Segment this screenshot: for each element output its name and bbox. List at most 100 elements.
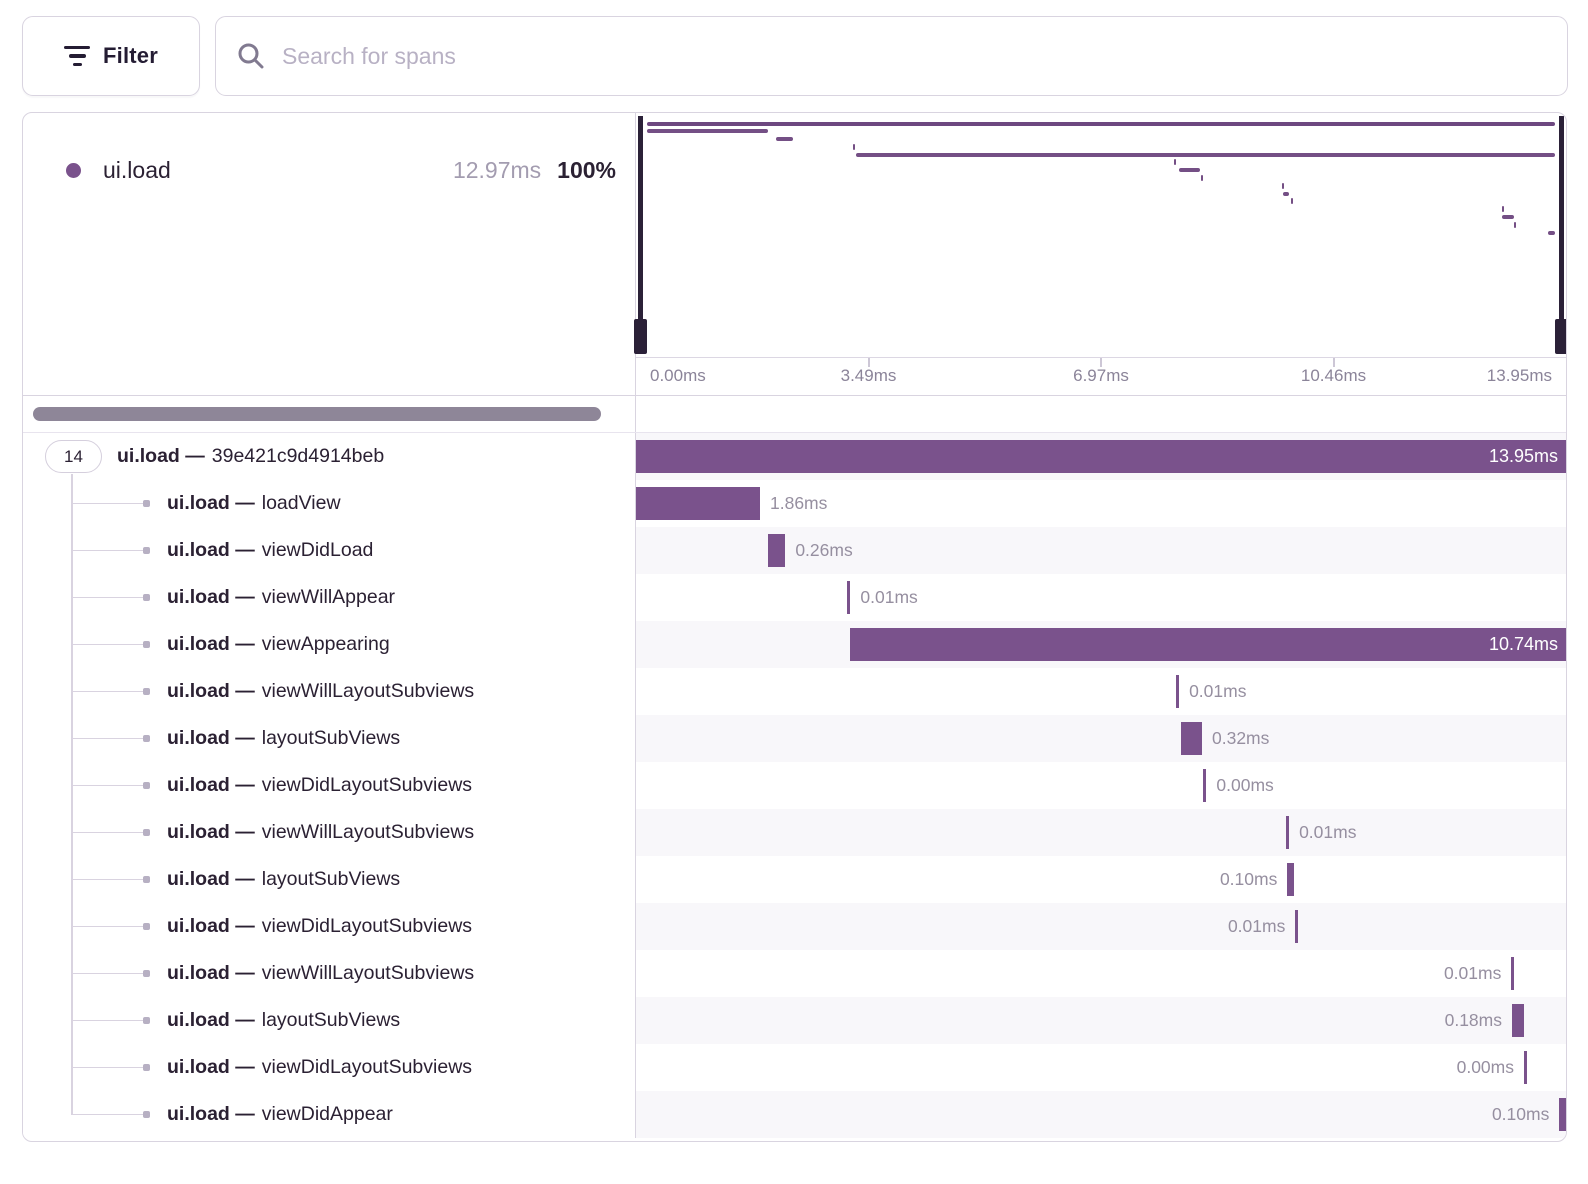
span-bar-cell[interactable]: 0.26ms bbox=[636, 527, 1566, 574]
minimap-span-row bbox=[647, 190, 1555, 198]
span-row[interactable]: ui.load —viewAppearing 10.74ms bbox=[23, 621, 1566, 668]
span-description: viewWillLayoutSubviews bbox=[262, 821, 474, 844]
span-tree-cell[interactable]: ui.load —viewDidLoad bbox=[23, 527, 636, 574]
minimap-span-bar bbox=[1282, 183, 1284, 189]
span-row[interactable]: ui.load —viewDidLayoutSubviews 0.00ms bbox=[23, 762, 1566, 809]
span-row[interactable]: ui.load —layoutSubViews 0.18ms bbox=[23, 997, 1566, 1044]
span-tree-label: ui.load —layoutSubViews bbox=[167, 715, 400, 762]
span-bar[interactable] bbox=[1181, 722, 1202, 755]
span-row[interactable]: ui.load —viewDidLayoutSubviews0.00ms bbox=[23, 1044, 1566, 1091]
span-description: loadView bbox=[262, 492, 341, 515]
span-description: viewAppearing bbox=[262, 633, 390, 656]
span-tree-label: ui.load —viewDidLayoutSubviews bbox=[167, 762, 472, 809]
span-tree-cell[interactable]: ui.load —viewDidLayoutSubviews bbox=[23, 762, 636, 809]
span-row[interactable]: ui.load —viewDidLoad 0.26ms bbox=[23, 527, 1566, 574]
axis-tick-label: 10.46ms bbox=[1301, 366, 1366, 386]
span-tree-cell[interactable]: ui.load —layoutSubViews bbox=[23, 856, 636, 903]
span-duration-label: 0.00ms bbox=[1216, 762, 1273, 809]
tree-connector-dot bbox=[143, 1064, 150, 1071]
minimap-span-bar bbox=[1283, 192, 1290, 196]
span-tree-cell[interactable]: ui.load —viewDidLayoutSubviews bbox=[23, 903, 636, 950]
span-bar[interactable] bbox=[1286, 816, 1289, 849]
span-tree-cell[interactable]: ui.load —loadView bbox=[23, 480, 636, 527]
span-bar[interactable] bbox=[847, 581, 850, 614]
span-bar-cell[interactable]: 0.01ms bbox=[636, 574, 1566, 621]
span-bar-cell[interactable]: 0.18ms bbox=[636, 997, 1566, 1044]
span-tree-cell[interactable]: ui.load —layoutSubViews bbox=[23, 715, 636, 762]
span-bar-cell[interactable]: 13.95ms bbox=[636, 433, 1566, 480]
span-row[interactable]: ui.load —viewWillAppear0.01ms bbox=[23, 574, 1566, 621]
span-row[interactable]: ui.load —viewDidLayoutSubviews 0.01ms bbox=[23, 903, 1566, 950]
span-row[interactable]: 14ui.load —39e421c9d4914beb13.95ms bbox=[23, 433, 1566, 480]
tree-connector-dot bbox=[143, 970, 150, 977]
span-tree-cell[interactable]: ui.load —viewDidLayoutSubviews bbox=[23, 1044, 636, 1091]
child-count-badge[interactable]: 14 bbox=[45, 440, 102, 473]
span-row[interactable]: ui.load —viewWillLayoutSubviews0.01ms bbox=[23, 668, 1566, 715]
span-bar[interactable] bbox=[768, 534, 785, 567]
span-bar[interactable] bbox=[1559, 1098, 1566, 1131]
span-bar[interactable] bbox=[1511, 957, 1514, 990]
minimap-grip-right[interactable] bbox=[1555, 319, 1567, 354]
span-bar-cell[interactable]: 0.01ms bbox=[636, 903, 1566, 950]
span-tree-label: ui.load —viewWillLayoutSubviews bbox=[167, 950, 474, 997]
minimap-handle-right[interactable] bbox=[1559, 116, 1564, 354]
span-row[interactable]: ui.load —loadView1.86ms bbox=[23, 480, 1566, 527]
span-bar[interactable] bbox=[1176, 675, 1179, 708]
span-row[interactable]: ui.load —viewDidAppear0.10ms bbox=[23, 1091, 1566, 1138]
span-row[interactable]: ui.load —layoutSubViews0.10ms bbox=[23, 856, 1566, 903]
span-tree-cell[interactable]: ui.load —viewDidAppear bbox=[23, 1091, 636, 1138]
span-description: viewWillAppear bbox=[262, 586, 395, 609]
span-bar-cell[interactable]: 0.01ms bbox=[636, 668, 1566, 715]
span-tree-cell[interactable]: ui.load —layoutSubViews bbox=[23, 997, 636, 1044]
span-tree-cell[interactable]: 14ui.load —39e421c9d4914beb bbox=[23, 433, 636, 480]
tree-connector-dot bbox=[143, 923, 150, 930]
ops-legend-row[interactable]: ui.load 12.97ms 100% bbox=[23, 155, 635, 185]
tree-connector-line bbox=[71, 1067, 145, 1069]
span-bar[interactable] bbox=[1203, 769, 1206, 802]
span-tree-cell[interactable]: ui.load —viewWillLayoutSubviews bbox=[23, 668, 636, 715]
minimap-handle-left[interactable] bbox=[638, 116, 643, 354]
span-tree-cell[interactable]: ui.load —viewWillLayoutSubviews bbox=[23, 950, 636, 997]
span-bar-cell[interactable]: 0.00ms bbox=[636, 762, 1566, 809]
span-bar-cell[interactable]: 1.86ms bbox=[636, 480, 1566, 527]
span-bar-cell[interactable]: 10.74ms bbox=[636, 621, 1566, 668]
span-row[interactable]: ui.load —viewWillLayoutSubviews0.01ms bbox=[23, 809, 1566, 856]
span-tree-label: ui.load —viewDidLayoutSubviews bbox=[167, 903, 472, 950]
tree-connector-line bbox=[71, 785, 145, 787]
minimap-span-row bbox=[647, 175, 1555, 183]
span-bar[interactable] bbox=[1512, 1004, 1524, 1037]
minimap-span-row bbox=[647, 143, 1555, 151]
span-tree-cell[interactable]: ui.load —viewAppearing bbox=[23, 621, 636, 668]
span-bar-cell[interactable]: 0.10ms bbox=[636, 1091, 1566, 1138]
span-bar[interactable]: 13.95ms bbox=[636, 440, 1566, 473]
span-row[interactable]: ui.load —viewWillLayoutSubviews 0.01ms bbox=[23, 950, 1566, 997]
minimap-span-bar bbox=[1201, 175, 1203, 181]
span-tree-label: ui.load —layoutSubViews bbox=[167, 997, 400, 1044]
span-tree-label: ui.load —viewDidLoad bbox=[167, 527, 373, 574]
span-op: ui.load — bbox=[167, 680, 255, 703]
span-description: viewDidLayoutSubviews bbox=[262, 915, 472, 938]
span-tree-cell[interactable]: ui.load —viewWillAppear bbox=[23, 574, 636, 621]
horizontal-scrollbar[interactable] bbox=[33, 407, 601, 421]
span-bar[interactable] bbox=[1524, 1051, 1527, 1084]
span-bar-cell[interactable]: 0.32ms bbox=[636, 715, 1566, 762]
trace-minimap[interactable] bbox=[636, 113, 1566, 357]
filter-button[interactable]: Filter bbox=[22, 16, 200, 96]
span-bar[interactable] bbox=[1295, 910, 1298, 943]
span-tree-cell[interactable]: ui.load —viewWillLayoutSubviews bbox=[23, 809, 636, 856]
search-input[interactable] bbox=[282, 43, 1547, 70]
span-op: ui.load — bbox=[117, 445, 205, 468]
span-bar[interactable] bbox=[1287, 863, 1294, 896]
minimap-span-bar bbox=[1514, 222, 1516, 228]
span-bar-cell[interactable]: 0.10ms bbox=[636, 856, 1566, 903]
span-bar-cell[interactable]: 0.01ms bbox=[636, 950, 1566, 997]
op-percent: 100% bbox=[557, 157, 616, 184]
span-op: ui.load — bbox=[167, 727, 255, 750]
span-bar-cell[interactable]: 0.00ms bbox=[636, 1044, 1566, 1091]
minimap-grip-left[interactable] bbox=[634, 319, 647, 354]
span-bar-cell[interactable]: 0.01ms bbox=[636, 809, 1566, 856]
span-bar[interactable] bbox=[636, 487, 760, 520]
search-box bbox=[215, 16, 1568, 96]
span-row[interactable]: ui.load —layoutSubViews 0.32ms bbox=[23, 715, 1566, 762]
span-bar[interactable]: 10.74ms bbox=[850, 628, 1566, 661]
